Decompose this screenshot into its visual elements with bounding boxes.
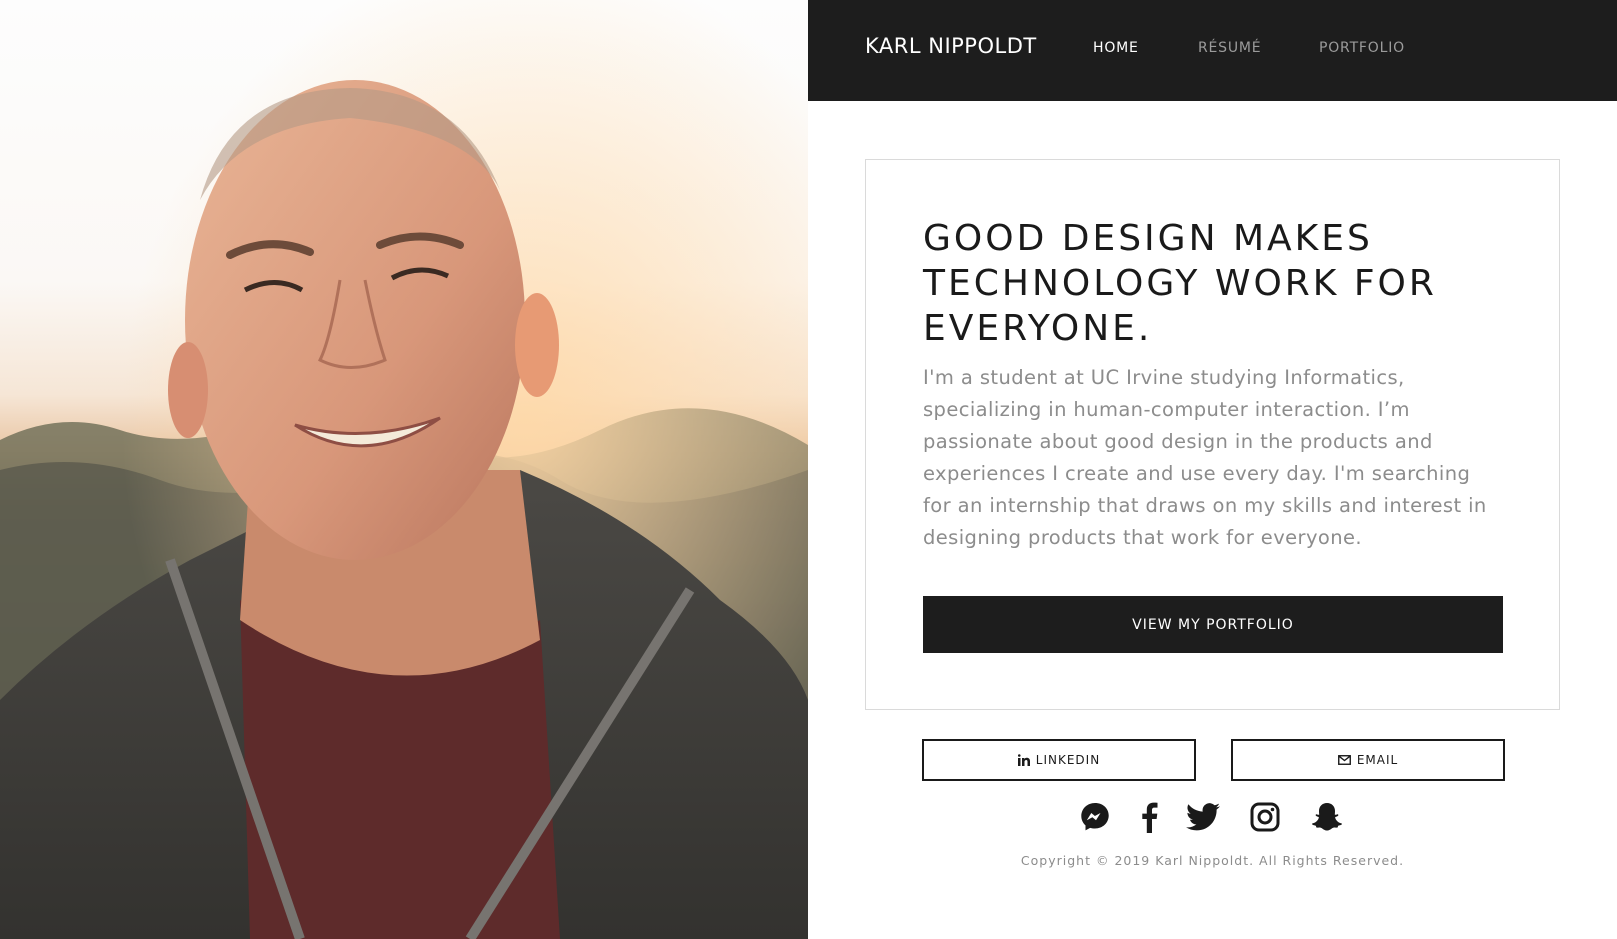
nav-home[interactable]: HOME <box>1093 40 1139 56</box>
portrait-illustration <box>0 0 808 939</box>
hero-intro: I'm a student at UC Irvine studying Info… <box>923 366 1487 549</box>
copyright-text: Copyright © 2019 Karl Nippoldt. All Righ… <box>1020 853 1405 868</box>
messenger-icon[interactable] <box>1078 800 1112 834</box>
instagram-icon[interactable] <box>1248 800 1282 834</box>
hero-headline: GOOD DESIGN MAKES TECHNOLOGY WORK FOR EV… <box>923 218 1437 349</box>
site-brand[interactable]: KARL NIPPOLDT <box>865 34 1037 58</box>
email-button[interactable]: EMAIL <box>1231 739 1505 781</box>
view-portfolio-button[interactable]: VIEW MY PORTFOLIO <box>923 596 1503 653</box>
facebook-icon[interactable] <box>1132 800 1166 834</box>
snapchat-icon[interactable] <box>1310 800 1344 834</box>
profile-photo <box>0 0 808 939</box>
envelope-icon <box>1337 755 1351 765</box>
hero-card: GOOD DESIGN MAKES TECHNOLOGY WORK FOR EV… <box>865 159 1560 710</box>
linkedin-label: LINKEDIN <box>1035 753 1101 767</box>
nav-resume[interactable]: RÉSUMÉ <box>1198 40 1261 56</box>
linkedin-icon <box>1017 754 1030 766</box>
top-nav: KARL NIPPOLDT HOME RÉSUMÉ PORTFOLIO <box>808 0 1617 101</box>
linkedin-button[interactable]: LINKEDIN <box>922 739 1196 781</box>
email-label: EMAIL <box>1356 753 1399 767</box>
twitter-icon[interactable] <box>1186 800 1220 834</box>
nav-portfolio[interactable]: PORTFOLIO <box>1319 40 1405 56</box>
